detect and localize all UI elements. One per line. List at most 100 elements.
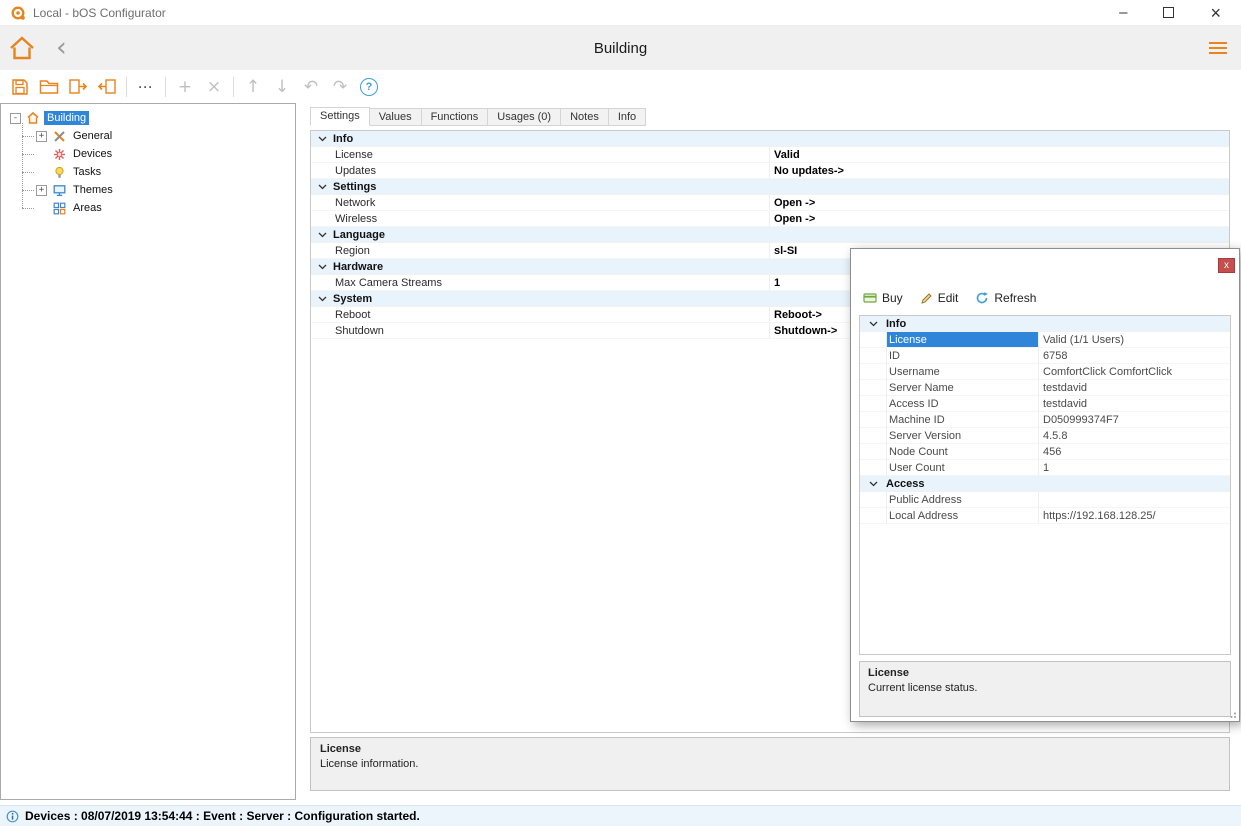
license-popup: x Buy Edit Refresh Info License Valid (1/1 U… — [850, 248, 1240, 722]
property-value[interactable]: 6758 — [1038, 348, 1230, 363]
tab-functions[interactable]: Functions — [421, 108, 489, 126]
popup-close-button[interactable]: x — [1218, 258, 1235, 273]
property-name[interactable]: Updates — [333, 163, 769, 178]
tree-connector — [22, 153, 34, 155]
property-row-license[interactable]: License Valid — [311, 147, 1229, 163]
tree-item-label: Building — [44, 111, 90, 125]
property-name[interactable]: Wireless — [333, 211, 769, 226]
maximize-button[interactable] — [1163, 7, 1175, 18]
property-row-server-name[interactable]: Server Name testdavid — [860, 380, 1230, 396]
delete-button[interactable]: × — [204, 76, 224, 98]
property-name[interactable]: User Count — [886, 460, 1038, 475]
property-name[interactable]: License — [886, 332, 1038, 347]
tree-item-areas[interactable]: Areas — [22, 199, 295, 217]
property-value[interactable]: 1 — [1038, 460, 1230, 475]
property-value[interactable]: 456 — [1038, 444, 1230, 459]
property-name[interactable]: Network — [333, 195, 769, 210]
help-button[interactable]: ? — [359, 76, 379, 98]
property-name[interactable]: License — [333, 147, 769, 162]
tree-item-tasks[interactable]: Tasks — [22, 163, 295, 181]
collapse-icon[interactable]: - — [10, 112, 21, 124]
property-name[interactable]: Node Count — [886, 444, 1038, 459]
import-button[interactable] — [97, 76, 117, 98]
property-name[interactable]: Server Version — [886, 428, 1038, 443]
property-row-public-address[interactable]: Public Address — [860, 492, 1230, 508]
property-name[interactable]: Local Address — [886, 508, 1038, 523]
property-name[interactable]: Server Name — [886, 380, 1038, 395]
property-row-updates[interactable]: Updates No updates-> — [311, 163, 1229, 179]
group-label: System — [333, 292, 373, 305]
property-row-server-version[interactable]: Server Version 4.5.8 — [860, 428, 1230, 444]
add-button[interactable]: + — [175, 76, 195, 98]
menu-button[interactable] — [1209, 42, 1227, 54]
open-button[interactable] — [39, 76, 59, 98]
property-row-license[interactable]: License Valid (1/1 Users) — [860, 332, 1230, 348]
minimize-button[interactable]: – — [1119, 5, 1127, 20]
tab-usages-0[interactable]: Usages (0) — [488, 108, 562, 126]
property-row-network[interactable]: Network Open -> — [311, 195, 1229, 211]
buy-button[interactable]: Buy — [863, 291, 903, 305]
property-row-id[interactable]: ID 6758 — [860, 348, 1230, 364]
group-row-info[interactable]: Info — [311, 131, 1229, 147]
property-name[interactable]: ID — [886, 348, 1038, 363]
group-row-language[interactable]: Language — [311, 227, 1229, 243]
group-row-access[interactable]: Access — [860, 476, 1230, 492]
back-button[interactable]: ‹ — [56, 34, 67, 61]
property-name[interactable]: Max Camera Streams — [333, 275, 769, 290]
help-icon: ? — [360, 77, 378, 96]
property-row-local-address[interactable]: Local Address https://192.168.128.25/ — [860, 508, 1230, 524]
more-button[interactable]: ··· — [136, 76, 156, 98]
close-button[interactable]: × — [1210, 4, 1221, 22]
move-up-button[interactable]: ↑ — [243, 76, 263, 98]
group-row-info[interactable]: Info — [860, 316, 1230, 332]
save-button[interactable] — [10, 76, 30, 98]
refresh-button[interactable]: Refresh — [975, 291, 1036, 305]
property-row-node-count[interactable]: Node Count 456 — [860, 444, 1230, 460]
tab-info[interactable]: Info — [608, 108, 647, 126]
group-row-settings[interactable]: Settings — [311, 179, 1229, 195]
export-button[interactable] — [68, 76, 88, 98]
property-value[interactable]: D050999374F7 — [1038, 412, 1230, 427]
property-name[interactable]: Machine ID — [886, 412, 1038, 427]
expand-icon[interactable]: + — [36, 130, 47, 142]
property-row-access-id[interactable]: Access ID testdavid — [860, 396, 1230, 412]
property-value[interactable]: testdavid — [1038, 396, 1230, 411]
property-value[interactable]: 4.5.8 — [1038, 428, 1230, 443]
redo-button[interactable]: ↷ — [330, 76, 350, 98]
property-value[interactable]: ComfortClick ComfortClick — [1038, 364, 1230, 379]
property-name[interactable]: Public Address — [886, 492, 1038, 507]
property-value[interactable]: Valid (1/1 Users) — [1038, 332, 1230, 347]
property-value[interactable]: testdavid — [1038, 380, 1230, 395]
property-name[interactable]: Shutdown — [333, 323, 769, 338]
property-value[interactable]: Open -> — [769, 195, 1229, 210]
property-name[interactable]: Region — [333, 243, 769, 258]
property-name[interactable]: Access ID — [886, 396, 1038, 411]
property-row-user-count[interactable]: User Count 1 — [860, 460, 1230, 476]
property-row-username[interactable]: Username ComfortClick ComfortClick — [860, 364, 1230, 380]
home-button[interactable] — [8, 35, 36, 61]
move-down-button[interactable]: ↓ — [272, 76, 292, 98]
property-name[interactable]: Username — [886, 364, 1038, 379]
edit-button[interactable]: Edit — [920, 291, 958, 305]
tree-connector — [22, 171, 34, 173]
undo-button[interactable]: ↶ — [301, 76, 321, 98]
tab-values[interactable]: Values — [369, 108, 422, 126]
property-value[interactable]: Open -> — [769, 211, 1229, 226]
property-value[interactable]: https://192.168.128.25/ — [1038, 508, 1230, 523]
tree-item-themes[interactable]: + Themes — [22, 181, 295, 199]
resize-grip-icon[interactable] — [1227, 709, 1237, 719]
save-icon — [11, 78, 29, 96]
property-row-wireless[interactable]: Wireless Open -> — [311, 211, 1229, 227]
tree-item-devices[interactable]: Devices — [22, 145, 295, 163]
property-row-machine-id[interactable]: Machine ID D050999374F7 — [860, 412, 1230, 428]
tree-item-building[interactable]: - Building — [1, 109, 295, 127]
tree-item-general[interactable]: + General — [22, 127, 295, 145]
tab-notes[interactable]: Notes — [561, 108, 609, 126]
tab-settings[interactable]: Settings — [310, 107, 370, 126]
property-value[interactable]: No updates-> — [769, 163, 1229, 178]
property-value[interactable]: Valid — [769, 147, 1229, 162]
property-name[interactable]: Reboot — [333, 307, 769, 322]
property-value[interactable] — [1038, 492, 1230, 507]
status-text: Devices : 08/07/2019 13:54:44 : Event : … — [25, 809, 420, 823]
expand-icon[interactable]: + — [36, 184, 47, 196]
